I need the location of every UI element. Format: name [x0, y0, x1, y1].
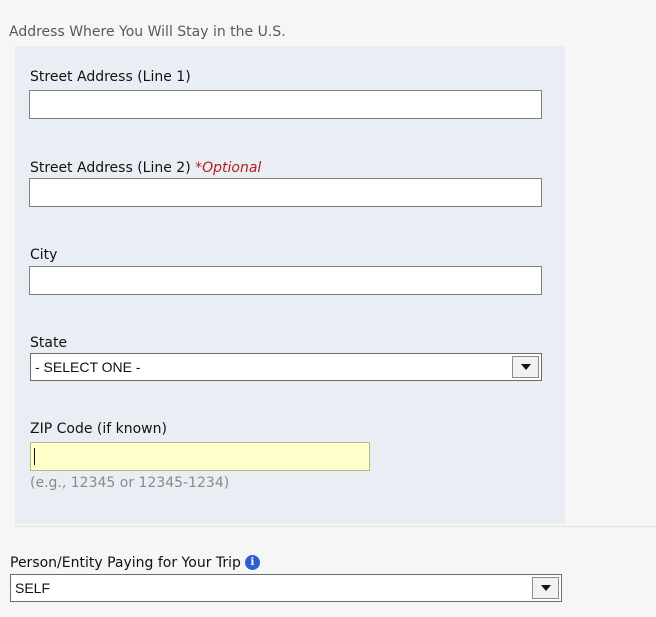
trip-payer-label-text: Person/Entity Paying for Your Trip	[10, 555, 241, 571]
dropdown-triangle-icon	[540, 585, 551, 591]
trip-payer-label: Person/Entity Paying for Your Trip i	[10, 555, 260, 571]
travel-address-form-page: Address Where You Will Stay in the U.S. …	[0, 0, 656, 617]
optional-indicator: *Optional	[195, 160, 262, 176]
trip-payer-selected-value: SELF	[15, 580, 51, 596]
zip-code-hint: (e.g., 12345 or 12345-1234)	[30, 475, 230, 491]
zip-code-label: ZIP Code (if known)	[30, 421, 167, 437]
info-icon[interactable]: i	[244, 555, 260, 570]
section-divider	[15, 526, 656, 527]
text-cursor	[34, 448, 35, 465]
chevron-down-icon[interactable]	[532, 577, 559, 599]
street-address-line-1-input[interactable]	[29, 90, 542, 119]
city-input[interactable]	[29, 266, 542, 295]
us-address-panel: Street Address (Line 1) Street Address (…	[15, 46, 565, 524]
address-section-title: Address Where You Will Stay in the U.S.	[9, 24, 286, 40]
dropdown-triangle-icon	[520, 364, 531, 370]
state-selected-value: - SELECT ONE -	[35, 359, 141, 375]
trip-payer-select[interactable]: SELF	[10, 574, 562, 602]
zip-code-input[interactable]	[30, 442, 370, 471]
street-address-line-2-input[interactable]	[29, 178, 542, 207]
state-label: State	[30, 335, 68, 351]
street-address-line-2-label: Street Address (Line 2) *Optional	[30, 160, 261, 176]
street-address-line-2-label-text: Street Address (Line 2)	[30, 160, 191, 176]
city-label: City	[30, 247, 58, 263]
street-address-line-1-label-text: Street Address (Line 1)	[30, 69, 191, 85]
chevron-down-icon[interactable]	[512, 356, 539, 378]
state-select[interactable]: - SELECT ONE -	[30, 353, 542, 381]
street-address-line-1-label: Street Address (Line 1)	[30, 69, 265, 85]
